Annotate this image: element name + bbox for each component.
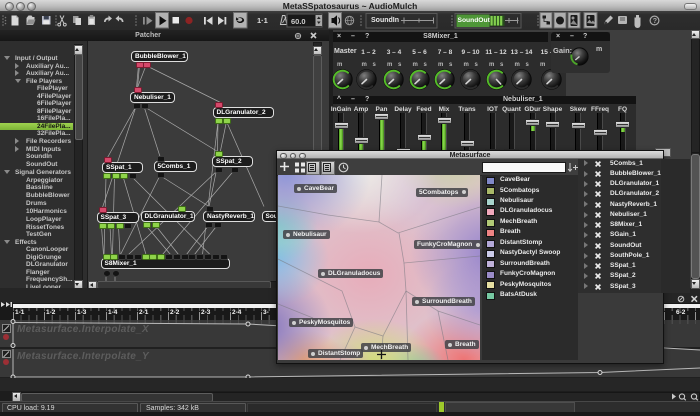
- svg-text:?: ?: [653, 18, 657, 25]
